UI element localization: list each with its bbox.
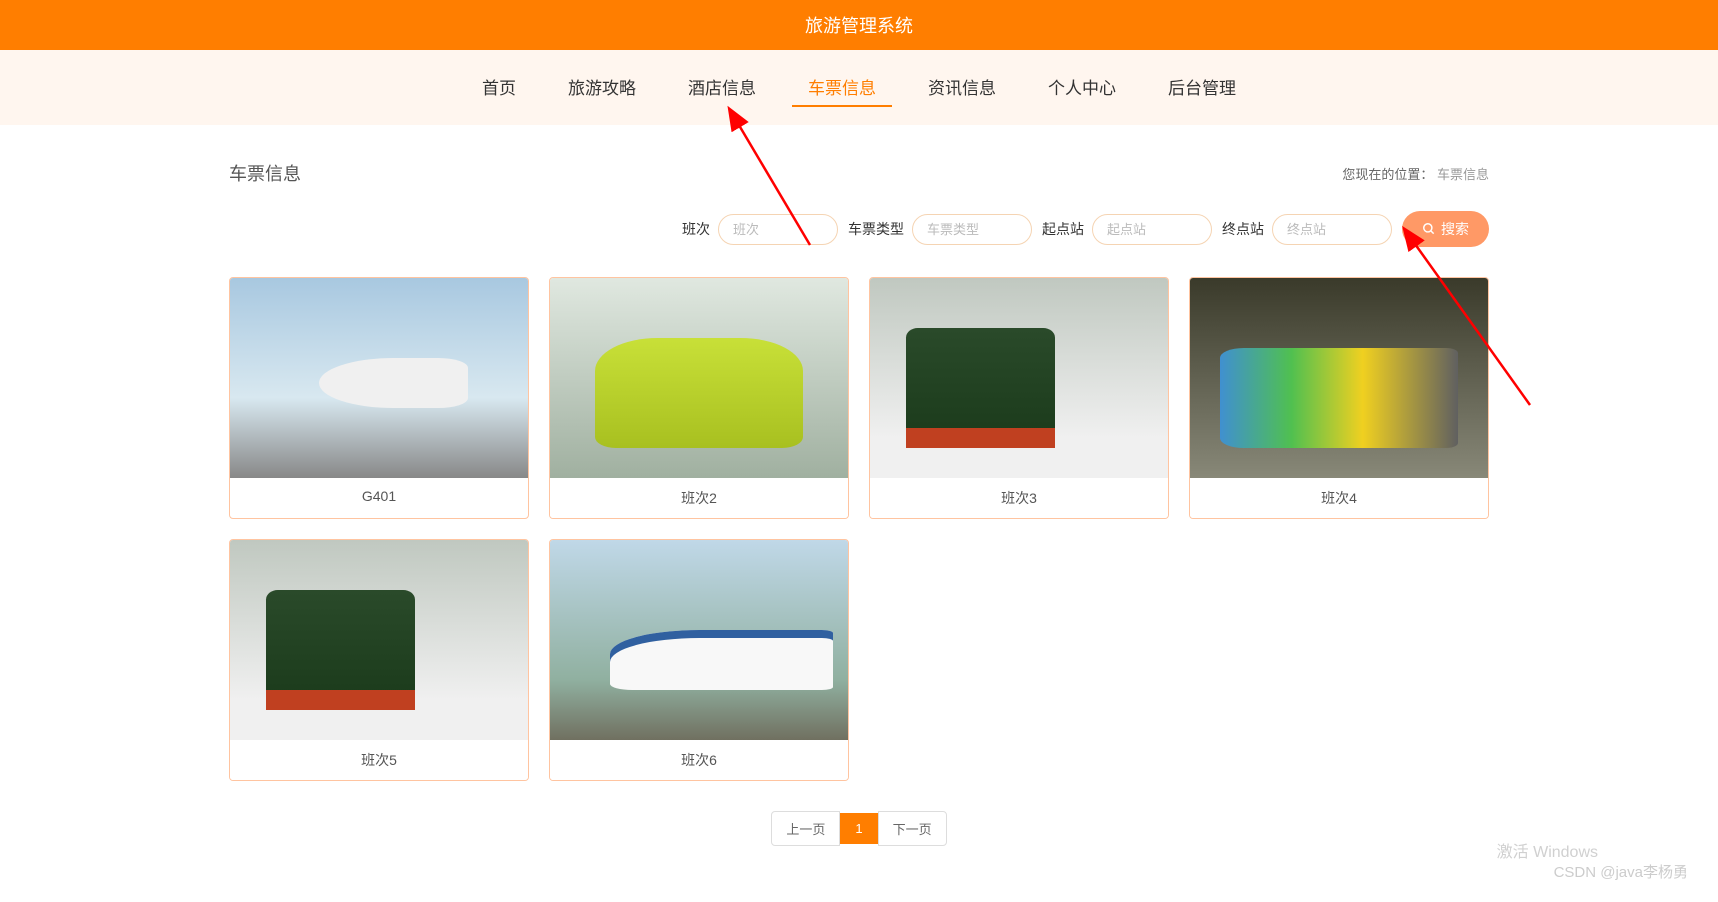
search-field-ticket-type: 车票类型: [848, 214, 1032, 245]
ticket-card[interactable]: 班次2: [549, 277, 849, 519]
search-field-banci: 班次: [682, 214, 838, 245]
breadcrumb: 您现在的位置： 车票信息: [1342, 164, 1489, 183]
page-number-button[interactable]: 1: [840, 813, 877, 844]
card-label: 班次6: [550, 740, 848, 780]
nav-travel-guide[interactable]: 旅游攻略: [552, 68, 652, 107]
search-input-banci[interactable]: [718, 214, 838, 245]
ticket-card[interactable]: 班次3: [869, 277, 1169, 519]
search-input-start[interactable]: [1092, 214, 1212, 245]
card-label: G401: [230, 478, 528, 514]
app-title: 旅游管理系统: [805, 16, 913, 36]
ticket-card[interactable]: 班次6: [549, 539, 849, 781]
nav-ticket-info[interactable]: 车票信息: [792, 68, 892, 107]
search-label-start: 起点站: [1042, 219, 1084, 239]
search-label-end: 终点站: [1222, 219, 1264, 239]
ticket-card[interactable]: 班次4: [1189, 277, 1489, 519]
search-label-ticket-type: 车票类型: [848, 219, 904, 239]
nav-bar: 首页 旅游攻略 酒店信息 车票信息 资讯信息 个人中心 后台管理: [0, 50, 1718, 125]
page-next-button[interactable]: 下一页: [878, 811, 947, 846]
breadcrumb-row: 车票信息 您现在的位置： 车票信息: [229, 145, 1489, 211]
card-label: 班次3: [870, 478, 1168, 518]
cards-grid: G401 班次2 班次3 班次4 班次5 班次6: [229, 277, 1489, 781]
card-image: [550, 278, 848, 478]
search-field-end: 终点站: [1222, 214, 1392, 245]
header-banner: 旅游管理系统: [0, 0, 1718, 50]
card-image: [550, 540, 848, 740]
nav-personal[interactable]: 个人中心: [1032, 68, 1132, 107]
search-field-start: 起点站: [1042, 214, 1212, 245]
nav-admin[interactable]: 后台管理: [1152, 68, 1252, 107]
ticket-card[interactable]: G401: [229, 277, 529, 519]
card-image: [1190, 278, 1488, 478]
search-button-label: 搜索: [1441, 219, 1469, 239]
card-label: 班次2: [550, 478, 848, 518]
pagination: 上一页 1 下一页: [229, 811, 1489, 846]
breadcrumb-prefix: 您现在的位置：: [1342, 167, 1433, 182]
card-image: [230, 278, 528, 478]
search-icon: [1422, 222, 1436, 236]
content-wrapper: 车票信息 您现在的位置： 车票信息 班次 车票类型 起点站 终点站 搜索: [149, 125, 1569, 866]
page-title: 车票信息: [229, 160, 301, 186]
card-image: [230, 540, 528, 740]
card-image: [870, 278, 1168, 478]
page-prev-button[interactable]: 上一页: [771, 811, 840, 846]
search-row: 班次 车票类型 起点站 终点站 搜索: [229, 211, 1489, 247]
nav-hotel-info[interactable]: 酒店信息: [672, 68, 772, 107]
ticket-card[interactable]: 班次5: [229, 539, 529, 781]
search-input-end[interactable]: [1272, 214, 1392, 245]
nav-home[interactable]: 首页: [466, 68, 532, 107]
search-label-banci: 班次: [682, 219, 710, 239]
nav-news-info[interactable]: 资讯信息: [912, 68, 1012, 107]
search-button[interactable]: 搜索: [1402, 211, 1489, 247]
card-label: 班次5: [230, 740, 528, 780]
watermark-csdn: CSDN @java李杨勇: [1554, 861, 1688, 882]
search-input-ticket-type[interactable]: [912, 214, 1032, 245]
breadcrumb-current: 车票信息: [1437, 167, 1489, 182]
card-label: 班次4: [1190, 478, 1488, 518]
